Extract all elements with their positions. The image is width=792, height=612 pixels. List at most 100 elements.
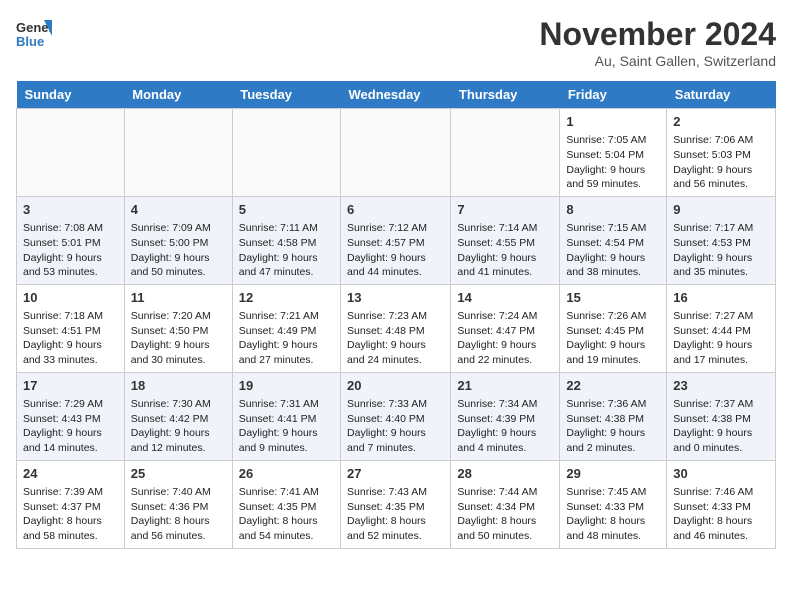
calendar-cell xyxy=(124,109,232,197)
day-info: Sunrise: 7:05 AM Sunset: 5:04 PM Dayligh… xyxy=(566,133,660,192)
calendar-cell: 10 Sunrise: 7:18 AM Sunset: 4:51 PM Dayli… xyxy=(17,284,125,372)
day-info: Sunrise: 7:41 AM Sunset: 4:35 PM Dayligh… xyxy=(239,485,334,544)
calendar-cell: 19Sunrise: 7:31 AM Sunset: 4:41 PM Dayli… xyxy=(232,372,340,460)
day-info: Sunrise: 7:44 AM Sunset: 4:34 PM Dayligh… xyxy=(457,485,553,544)
day-number: 15 xyxy=(566,289,660,307)
weekday-friday: Friday xyxy=(560,81,667,109)
calendar-cell: 13 Sunrise: 7:23 AM Sunset: 4:48 PM Dayli… xyxy=(341,284,451,372)
week-row-5: 24 Sunrise: 7:39 AM Sunset: 4:37 PM Dayli… xyxy=(17,460,776,548)
day-number: 13 xyxy=(347,289,444,307)
calendar-cell: 25 Sunrise: 7:40 AM Sunset: 4:36 PM Dayli… xyxy=(124,460,232,548)
calendar-cell: 20 Sunrise: 7:33 AM Sunset: 4:40 PM Dayli… xyxy=(341,372,451,460)
weekday-thursday: Thursday xyxy=(451,81,560,109)
weekday-wednesday: Wednesday xyxy=(341,81,451,109)
calendar-cell: 17 Sunrise: 7:29 AM Sunset: 4:43 PM Dayli… xyxy=(17,372,125,460)
day-info: Sunrise: 7:29 AM Sunset: 4:43 PM Dayligh… xyxy=(23,397,118,456)
calendar-cell: 28 Sunrise: 7:44 AM Sunset: 4:34 PM Dayli… xyxy=(451,460,560,548)
day-info: Sunrise: 7:17 AM Sunset: 4:53 PM Dayligh… xyxy=(673,221,769,280)
day-number: 17 xyxy=(23,377,118,395)
week-row-3: 10 Sunrise: 7:18 AM Sunset: 4:51 PM Dayli… xyxy=(17,284,776,372)
day-info: Sunrise: 7:43 AM Sunset: 4:35 PM Dayligh… xyxy=(347,485,444,544)
day-number: 6 xyxy=(347,201,444,219)
page-header: General Blue November 2024 Au, Saint Gal… xyxy=(16,16,776,69)
day-info: Sunrise: 7:40 AM Sunset: 4:36 PM Dayligh… xyxy=(131,485,226,544)
day-number: 24 xyxy=(23,465,118,483)
day-number: 26 xyxy=(239,465,334,483)
location: Au, Saint Gallen, Switzerland xyxy=(539,53,776,69)
day-number: 2 xyxy=(673,113,769,131)
weekday-monday: Monday xyxy=(124,81,232,109)
day-info: Sunrise: 7:18 AM Sunset: 4:51 PM Dayligh… xyxy=(23,309,118,368)
day-info: Sunrise: 7:06 AM Sunset: 5:03 PM Dayligh… xyxy=(673,133,769,192)
calendar-cell: 16Sunrise: 7:27 AM Sunset: 4:44 PM Dayli… xyxy=(667,284,776,372)
calendar-cell: 6 Sunrise: 7:12 AM Sunset: 4:57 PM Daylig… xyxy=(341,196,451,284)
day-number: 18 xyxy=(131,377,226,395)
day-number: 4 xyxy=(131,201,226,219)
day-info: Sunrise: 7:23 AM Sunset: 4:48 PM Dayligh… xyxy=(347,309,444,368)
day-info: Sunrise: 7:15 AM Sunset: 4:54 PM Dayligh… xyxy=(566,221,660,280)
day-info: Sunrise: 7:33 AM Sunset: 4:40 PM Dayligh… xyxy=(347,397,444,456)
day-number: 1 xyxy=(566,113,660,131)
day-number: 5 xyxy=(239,201,334,219)
day-number: 11 xyxy=(131,289,226,307)
day-info: Sunrise: 7:21 AM Sunset: 4:49 PM Dayligh… xyxy=(239,309,334,368)
day-info: Sunrise: 7:26 AM Sunset: 4:45 PM Dayligh… xyxy=(566,309,660,368)
day-number: 27 xyxy=(347,465,444,483)
day-number: 30 xyxy=(673,465,769,483)
day-number: 16 xyxy=(673,289,769,307)
day-info: Sunrise: 7:20 AM Sunset: 4:50 PM Dayligh… xyxy=(131,309,226,368)
title-block: November 2024 Au, Saint Gallen, Switzerl… xyxy=(539,16,776,69)
svg-text:Blue: Blue xyxy=(16,34,44,49)
calendar-cell: 18Sunrise: 7:30 AM Sunset: 4:42 PM Dayli… xyxy=(124,372,232,460)
day-info: Sunrise: 7:39 AM Sunset: 4:37 PM Dayligh… xyxy=(23,485,118,544)
day-number: 21 xyxy=(457,377,553,395)
day-number: 25 xyxy=(131,465,226,483)
day-number: 22 xyxy=(566,377,660,395)
day-number: 8 xyxy=(566,201,660,219)
calendar-cell: 29 Sunrise: 7:45 AM Sunset: 4:33 PM Dayli… xyxy=(560,460,667,548)
week-row-2: 3Sunrise: 7:08 AM Sunset: 5:01 PM Daylig… xyxy=(17,196,776,284)
day-info: Sunrise: 7:37 AM Sunset: 4:38 PM Dayligh… xyxy=(673,397,769,456)
day-number: 29 xyxy=(566,465,660,483)
logo-icon: General Blue xyxy=(16,16,52,52)
day-info: Sunrise: 7:46 AM Sunset: 4:33 PM Dayligh… xyxy=(673,485,769,544)
day-number: 10 xyxy=(23,289,118,307)
calendar-cell: 30 Sunrise: 7:46 AM Sunset: 4:33 PM Dayli… xyxy=(667,460,776,548)
day-number: 14 xyxy=(457,289,553,307)
calendar-body: 1 Sunrise: 7:05 AM Sunset: 5:04 PM Daylig… xyxy=(17,109,776,549)
calendar-cell: 15 Sunrise: 7:26 AM Sunset: 4:45 PM Dayli… xyxy=(560,284,667,372)
day-number: 12 xyxy=(239,289,334,307)
weekday-sunday: Sunday xyxy=(17,81,125,109)
month-title: November 2024 xyxy=(539,16,776,53)
day-info: Sunrise: 7:31 AM Sunset: 4:41 PM Dayligh… xyxy=(239,397,334,456)
calendar-cell: 12 Sunrise: 7:21 AM Sunset: 4:49 PM Dayli… xyxy=(232,284,340,372)
calendar-cell: 11 Sunrise: 7:20 AM Sunset: 4:50 PM Dayli… xyxy=(124,284,232,372)
day-number: 23 xyxy=(673,377,769,395)
day-info: Sunrise: 7:24 AM Sunset: 4:47 PM Dayligh… xyxy=(457,309,553,368)
day-info: Sunrise: 7:11 AM Sunset: 4:58 PM Dayligh… xyxy=(239,221,334,280)
calendar-cell: 22 Sunrise: 7:36 AM Sunset: 4:38 PM Dayli… xyxy=(560,372,667,460)
calendar-cell xyxy=(17,109,125,197)
calendar-cell xyxy=(451,109,560,197)
weekday-header-row: SundayMondayTuesdayWednesdayThursdayFrid… xyxy=(17,81,776,109)
calendar-table: SundayMondayTuesdayWednesdayThursdayFrid… xyxy=(16,81,776,549)
day-info: Sunrise: 7:12 AM Sunset: 4:57 PM Dayligh… xyxy=(347,221,444,280)
day-number: 28 xyxy=(457,465,553,483)
calendar-cell: 24 Sunrise: 7:39 AM Sunset: 4:37 PM Dayli… xyxy=(17,460,125,548)
weekday-saturday: Saturday xyxy=(667,81,776,109)
day-number: 20 xyxy=(347,377,444,395)
weekday-tuesday: Tuesday xyxy=(232,81,340,109)
calendar-cell: 9 Sunrise: 7:17 AM Sunset: 4:53 PM Daylig… xyxy=(667,196,776,284)
calendar-cell: 4Sunrise: 7:09 AM Sunset: 5:00 PM Daylig… xyxy=(124,196,232,284)
calendar-cell: 26 Sunrise: 7:41 AM Sunset: 4:35 PM Dayli… xyxy=(232,460,340,548)
day-number: 9 xyxy=(673,201,769,219)
calendar-cell: 27 Sunrise: 7:43 AM Sunset: 4:35 PM Dayli… xyxy=(341,460,451,548)
week-row-1: 1 Sunrise: 7:05 AM Sunset: 5:04 PM Daylig… xyxy=(17,109,776,197)
day-info: Sunrise: 7:36 AM Sunset: 4:38 PM Dayligh… xyxy=(566,397,660,456)
day-info: Sunrise: 7:45 AM Sunset: 4:33 PM Dayligh… xyxy=(566,485,660,544)
day-info: Sunrise: 7:14 AM Sunset: 4:55 PM Dayligh… xyxy=(457,221,553,280)
logo: General Blue xyxy=(16,16,52,52)
day-number: 3 xyxy=(23,201,118,219)
calendar-cell: 7Sunrise: 7:14 AM Sunset: 4:55 PM Daylig… xyxy=(451,196,560,284)
calendar-cell: 14 Sunrise: 7:24 AM Sunset: 4:47 PM Dayli… xyxy=(451,284,560,372)
